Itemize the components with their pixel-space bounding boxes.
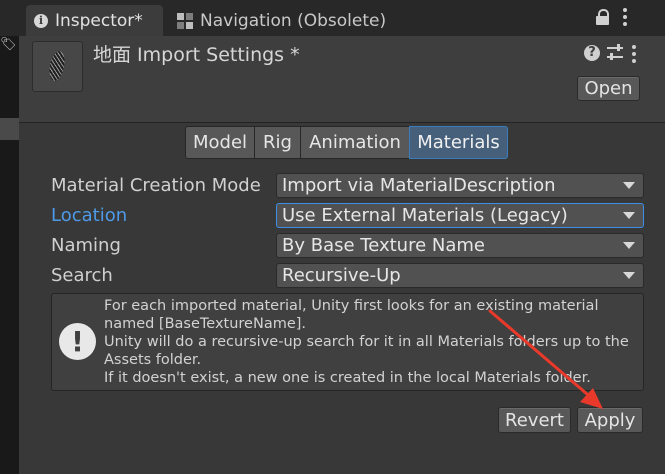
helpbox-line: For each imported material, Unity first … xyxy=(104,298,599,314)
search-label: Search xyxy=(51,265,113,286)
chevron-down-icon xyxy=(623,242,635,249)
location-value: Use External Materials (Legacy) xyxy=(282,205,568,226)
help-icon[interactable]: ? xyxy=(584,45,600,61)
info-icon: i xyxy=(34,13,48,28)
location-label: Location xyxy=(51,205,128,226)
left-panel-tabbar xyxy=(0,0,19,36)
location-dropdown[interactable]: Use External Materials (Legacy) xyxy=(276,203,644,228)
lock-icon[interactable] xyxy=(596,9,609,25)
naming-dropdown[interactable]: By Base Texture Name xyxy=(276,233,644,258)
presets-icon[interactable] xyxy=(607,44,623,62)
revert-button[interactable]: Revert xyxy=(498,407,571,433)
tab-model[interactable]: Model xyxy=(185,126,255,159)
helpbox-text: For each imported material, Unity first … xyxy=(104,297,642,387)
naming-value: By Base Texture Name xyxy=(282,235,485,256)
header-menu-icon[interactable] xyxy=(632,45,636,63)
tab-materials[interactable]: Materials xyxy=(409,126,508,159)
tab-animation[interactable]: Animation xyxy=(300,126,410,159)
helpbox-line: Unity will do a recursive-up search for … xyxy=(104,334,629,350)
tab-inspector[interactable]: i Inspector* xyxy=(26,5,163,36)
helpbox-line: Assets folder. xyxy=(104,352,202,368)
material-creation-mode-value: Import via MaterialDescription xyxy=(282,175,556,196)
search-dropdown[interactable]: Recursive-Up xyxy=(276,263,644,288)
window-tab-bar: i Inspector* Navigation (Obsolete) xyxy=(19,0,665,36)
info-helpbox: ! For each imported material, Unity firs… xyxy=(51,293,644,391)
tab-inspector-label: Inspector* xyxy=(55,10,143,31)
import-settings-header: 地面 Import Settings * ? Open xyxy=(19,36,665,123)
open-button[interactable]: Open xyxy=(577,76,640,101)
chevron-down-icon xyxy=(623,182,635,189)
navigation-icon xyxy=(177,12,193,29)
material-creation-mode-label: Material Creation Mode xyxy=(51,175,261,196)
alert-icon: ! xyxy=(59,323,96,360)
material-creation-mode-dropdown[interactable]: Import via MaterialDescription xyxy=(276,173,644,198)
asset-thumbnail xyxy=(32,41,83,92)
window-menu-icon[interactable] xyxy=(623,8,627,26)
apply-button[interactable]: Apply xyxy=(577,407,643,433)
import-tabs: Model Rig Animation Materials xyxy=(185,126,508,159)
naming-label: Naming xyxy=(51,235,121,256)
chevron-down-icon xyxy=(623,212,635,219)
chevron-down-icon xyxy=(623,272,635,279)
page-title: 地面 Import Settings * xyxy=(93,44,300,66)
helpbox-line: If it doesn't exist, a new one is create… xyxy=(104,370,591,386)
tab-navigation[interactable]: Navigation (Obsolete) xyxy=(169,5,409,36)
tab-navigation-label: Navigation (Obsolete) xyxy=(200,10,387,31)
search-value: Recursive-Up xyxy=(282,265,401,286)
helpbox-line: named [BaseTextureName]. xyxy=(104,316,307,332)
tag-icon[interactable]: 🏷︎ xyxy=(0,38,17,52)
left-panel-selected-item[interactable] xyxy=(0,118,19,140)
left-panel-strip: 🏷︎ xyxy=(0,0,19,474)
tab-rig[interactable]: Rig xyxy=(254,126,301,159)
